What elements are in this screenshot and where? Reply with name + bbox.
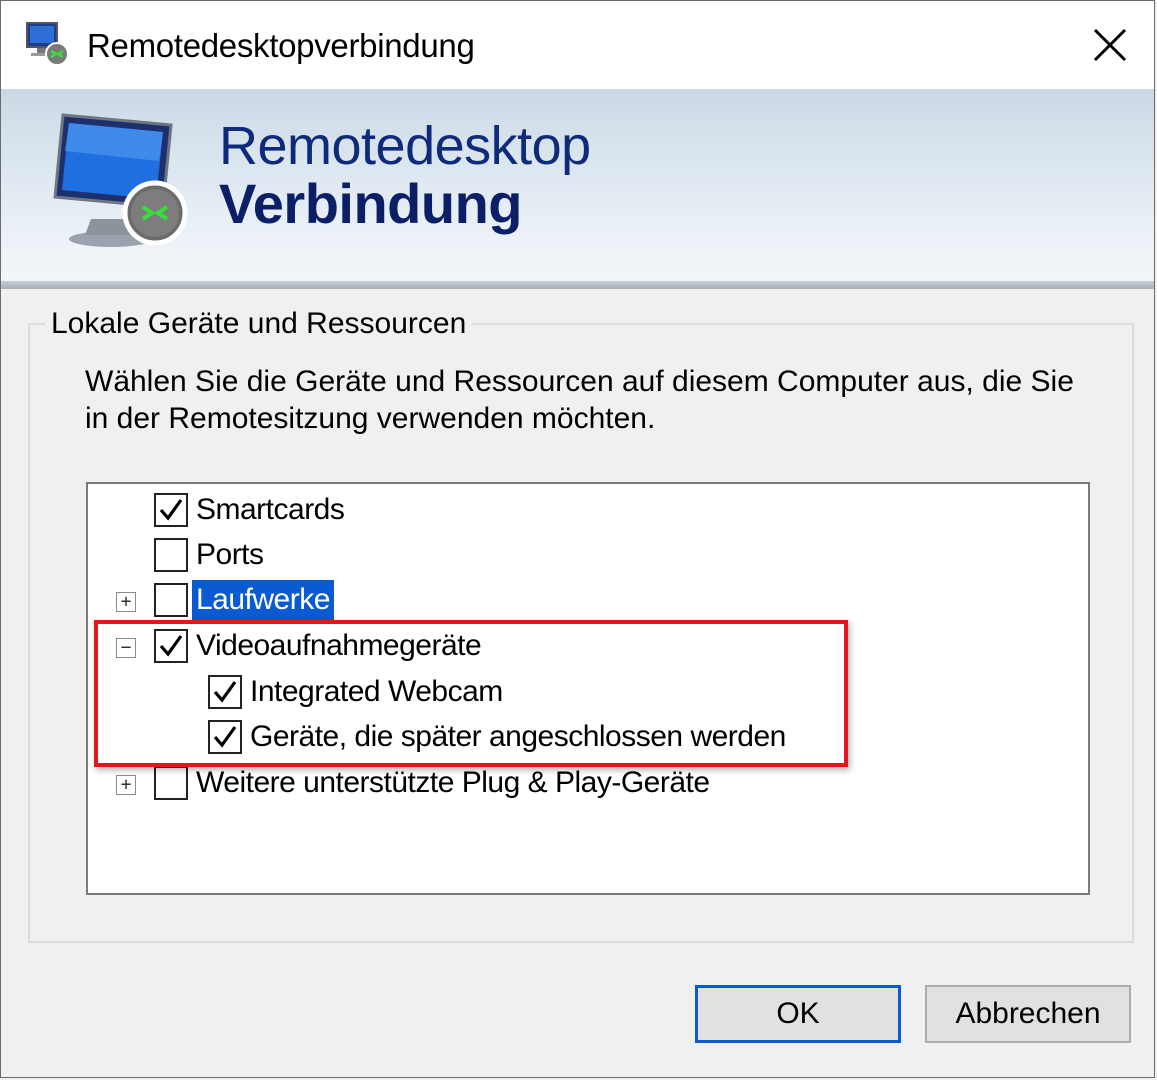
remote-desktop-logo-icon: [51, 111, 191, 251]
banner-title-line2: Verbindung: [219, 172, 523, 235]
plug-and-play-checkbox[interactable]: [154, 766, 188, 800]
laufwerke-expand-toggle[interactable]: +: [116, 592, 136, 612]
tree-item-label: Smartcards: [196, 493, 345, 526]
checkmark-icon: [159, 499, 183, 521]
tree-item-label: Ports: [196, 538, 264, 571]
laufwerke-checkbox[interactable]: [154, 583, 188, 617]
window-title: Remotedesktopverbindung: [87, 27, 475, 64]
ok-button[interactable]: OK: [695, 985, 901, 1043]
remote-desktop-app-icon: [25, 21, 71, 67]
cancel-button[interactable]: Abbrechen: [925, 985, 1131, 1043]
annotation-highlight-box: [94, 620, 848, 767]
close-icon: [1093, 28, 1127, 62]
groupbox-legend: Lokale Geräte und Ressourcen: [45, 307, 473, 341]
group-description: Wählen Sie die Geräte und Ressourcen auf…: [85, 365, 1074, 435]
close-button[interactable]: [1066, 1, 1154, 89]
banner-divider: [1, 281, 1154, 289]
banner-title-line1: Remotedesktop: [219, 116, 591, 176]
ports-checkbox[interactable]: [154, 538, 188, 572]
smartcards-checkbox[interactable]: [154, 493, 188, 527]
title-bar: Remotedesktopverbindung: [1, 1, 1154, 89]
tree-item-label: Weitere unterstützte Plug & Play-Geräte: [196, 766, 710, 799]
plug-and-play-expand-toggle[interactable]: +: [116, 775, 136, 795]
tree-item-label-selected: Laufwerke: [192, 580, 334, 620]
dialog-window: Remotedesktopverbindung Remotedesktop Ve…: [0, 0, 1155, 1078]
